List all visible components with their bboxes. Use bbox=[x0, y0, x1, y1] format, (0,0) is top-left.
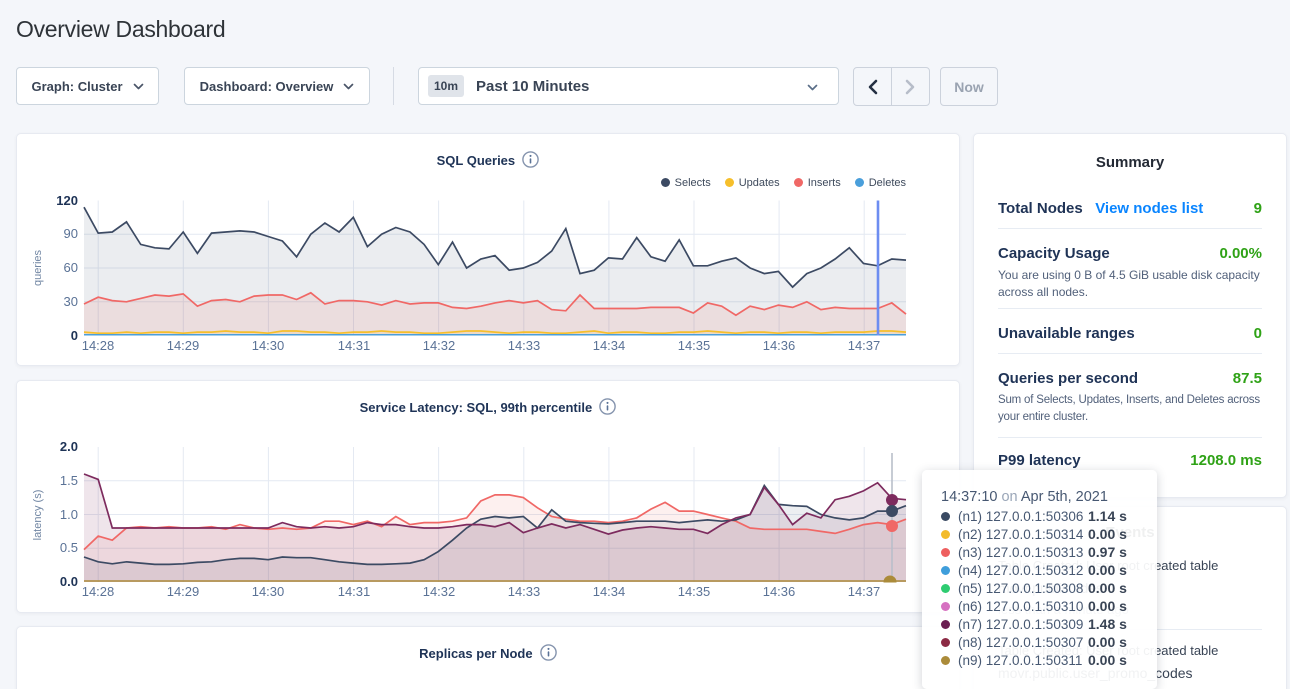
svg-text:120: 120 bbox=[56, 193, 78, 208]
svg-text:14:36: 14:36 bbox=[763, 584, 796, 599]
svg-text:0: 0 bbox=[71, 328, 78, 343]
svg-text:14:31: 14:31 bbox=[338, 584, 371, 599]
svg-text:14:37: 14:37 bbox=[848, 584, 881, 599]
svg-text:14:34: 14:34 bbox=[593, 338, 626, 353]
svg-text:queries: queries bbox=[32, 249, 44, 286]
svg-text:14:29: 14:29 bbox=[167, 338, 200, 353]
svg-text:14:33: 14:33 bbox=[508, 584, 541, 599]
svg-text:14:32: 14:32 bbox=[423, 584, 456, 599]
svg-text:14:35: 14:35 bbox=[678, 584, 711, 599]
svg-text:30: 30 bbox=[64, 294, 78, 309]
svg-text:1.0: 1.0 bbox=[60, 507, 78, 522]
svg-text:0.5: 0.5 bbox=[60, 540, 78, 555]
svg-text:14:37: 14:37 bbox=[848, 338, 881, 353]
svg-text:14:35: 14:35 bbox=[678, 338, 711, 353]
svg-text:14:30: 14:30 bbox=[252, 338, 285, 353]
svg-text:14:36: 14:36 bbox=[763, 338, 796, 353]
svg-text:0.0: 0.0 bbox=[60, 574, 78, 589]
svg-text:14:28: 14:28 bbox=[82, 584, 115, 599]
svg-text:latency (s): latency (s) bbox=[32, 490, 44, 541]
svg-text:14:34: 14:34 bbox=[593, 584, 626, 599]
svg-text:14:32: 14:32 bbox=[423, 338, 456, 353]
svg-text:60: 60 bbox=[64, 260, 78, 275]
svg-text:14:33: 14:33 bbox=[508, 338, 541, 353]
svg-text:14:28: 14:28 bbox=[82, 338, 115, 353]
svg-text:2.0: 2.0 bbox=[60, 439, 78, 454]
svg-text:1.5: 1.5 bbox=[60, 473, 78, 488]
svg-text:90: 90 bbox=[64, 226, 78, 241]
svg-text:14:31: 14:31 bbox=[338, 338, 371, 353]
svg-text:14:29: 14:29 bbox=[167, 584, 200, 599]
svg-text:14:30: 14:30 bbox=[252, 584, 285, 599]
